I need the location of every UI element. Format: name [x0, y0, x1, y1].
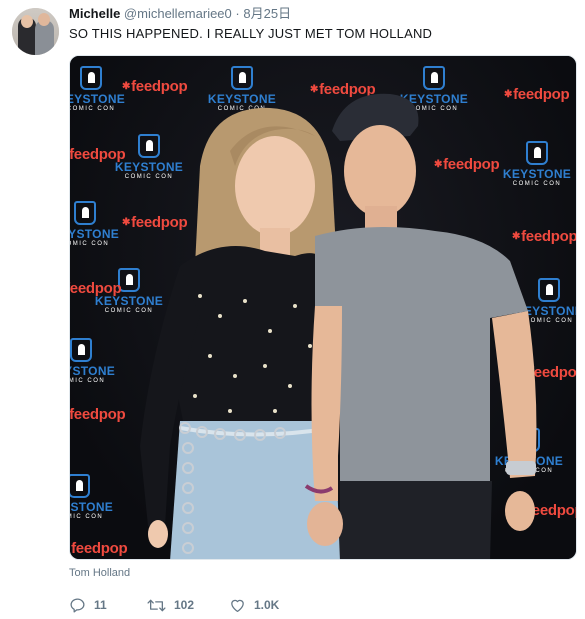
reply-button[interactable]: 11: [69, 597, 147, 614]
tweet-header: Michelle @michellemariee0 · 8月25日: [69, 6, 291, 22]
retweet-icon: [147, 599, 166, 611]
avatar[interactable]: [12, 8, 59, 55]
tweet-actions: 11 102 1.0K: [69, 593, 319, 617]
people-illustration: [140, 93, 537, 559]
tweet-date[interactable]: 8月25日: [243, 6, 291, 21]
reply-count: 11: [94, 598, 107, 612]
retweet-button[interactable]: 102: [147, 597, 229, 614]
author-name[interactable]: Michelle: [69, 6, 120, 21]
like-count: 1.0K: [254, 598, 280, 612]
man-figure: [304, 93, 537, 559]
heart-icon: [231, 599, 244, 613]
woman-figure: [140, 107, 340, 559]
separator-dot: ·: [235, 6, 240, 21]
tweet-photo[interactable]: feedpop KEYSTONE COMIC CON feedpop KEYST…: [69, 55, 577, 560]
reply-icon: [70, 597, 85, 613]
photo-tag[interactable]: Tom Holland: [69, 567, 130, 579]
retweet-count: 102: [174, 598, 195, 612]
like-button[interactable]: 1.0K: [229, 597, 319, 613]
author-handle[interactable]: @michellemariee0: [124, 6, 232, 21]
tweet-text: SO THIS HAPPENED. I REALLY JUST MET TOM …: [69, 26, 433, 41]
